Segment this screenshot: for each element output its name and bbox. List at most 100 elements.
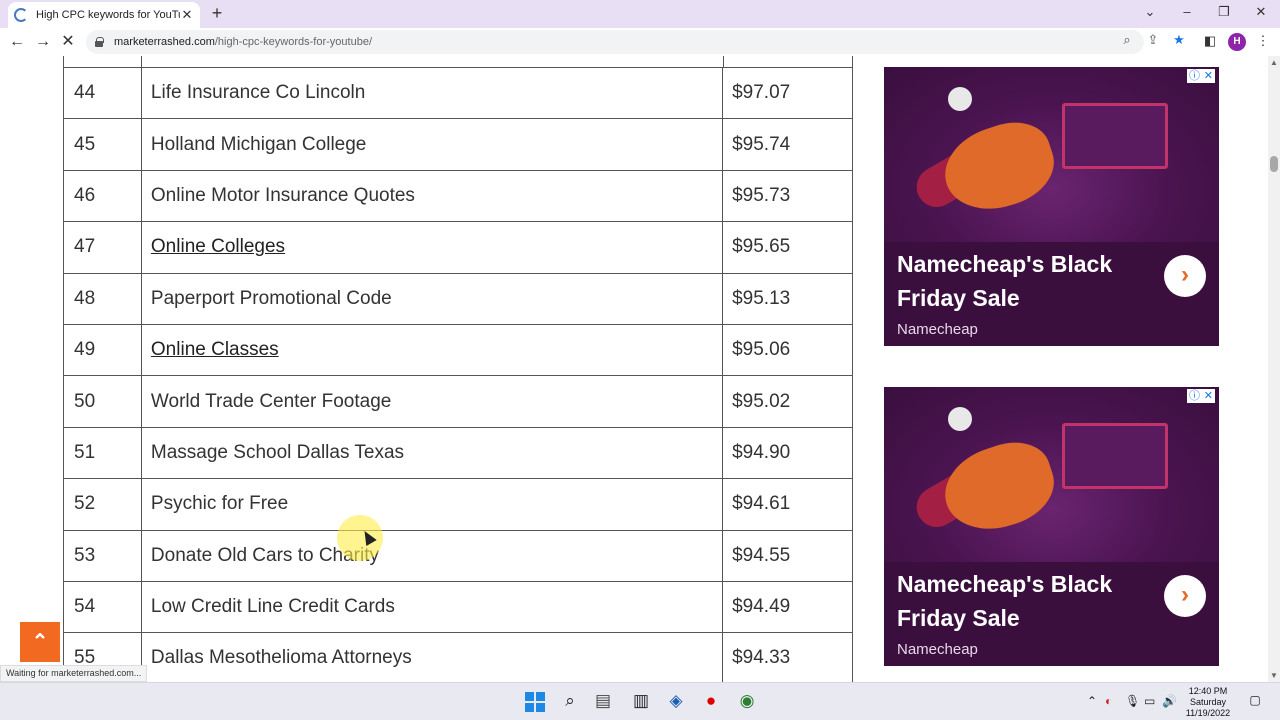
fox-mascot-illustration [934,111,1064,223]
row-number: 48 [63,272,142,325]
keyword-text: Holland Michigan College [150,133,367,155]
row-number: 52 [63,478,142,531]
keyword-cell: Massage School Dallas Texas [140,426,724,480]
browser-tab[interactable]: High CPC keywords for YouTube ✕ [8,2,200,28]
chrome-icon[interactable]: ◉ [736,690,758,712]
keyword-cell: Online Classes [140,323,724,377]
cpc-value: $95.74 [722,118,853,171]
cpc-value: $95.13 [722,272,853,325]
keyword-text: Online Motor Insurance Quotes [150,184,415,206]
row-number: 44 [63,66,142,120]
keyword-text: Paperport Promotional Code [150,287,392,309]
minimize-button[interactable]: – [1177,4,1197,19]
microphone-icon[interactable]: 🎙 [1125,694,1140,708]
keyword-cell: Donate Old Cars to Charity [140,529,724,582]
keyword-link[interactable]: Online Classes [151,339,279,360]
ad-chevron-right-icon[interactable]: › [1164,255,1206,297]
adchoices-icon[interactable]: ⓘ ✕ [1187,69,1215,83]
tab-strip: High CPC keywords for YouTube ✕ + ⌄ – ❐ … [0,0,1280,28]
keywords-table: 44 Life Insurance Co Lincoln $97.07 45 Holla… [63,66,853,682]
ad-chevron-right-icon[interactable]: › [1164,575,1206,617]
system-clock[interactable]: 12:40 PM Saturday 11/19/2022 [1176,686,1240,719]
keyword-text: World Trade Center Footage [150,390,392,412]
back-to-top-button[interactable]: ⌃ [20,622,60,662]
ad-banner[interactable]: ⓘ ✕ Namecheap's Black Friday Sale Nameche… [884,387,1219,666]
keyword-text: Psychic for Free [150,493,289,515]
battery-icon[interactable]: ▭ [1144,694,1155,708]
keyword-cell: Low Credit Line Credit Cards [140,580,724,634]
keyword-link[interactable]: Online Colleges [151,236,285,257]
tab-title: High CPC keywords for YouTube [36,9,180,21]
row-number: 45 [63,118,142,171]
table-row: 54 Low Credit Line Credit Cards $94.49 [63,580,853,634]
speaker-icon[interactable]: 🔊 [1162,694,1177,708]
tab-close-icon[interactable]: ✕ [180,7,194,23]
file-explorer-icon[interactable]: ▤ [592,690,614,712]
adchoices-icon[interactable]: ⓘ ✕ [1187,389,1215,403]
ball-icon [948,407,972,431]
keyword-cell: Online Colleges [140,221,724,274]
keyword-text: Life Insurance Co Lincoln [150,82,366,104]
network-status-icon[interactable]: ◐ [1105,694,1112,708]
ad-brand: Namecheap [897,321,978,338]
table-row: 51 Massage School Dallas Texas $94.90 [63,426,853,480]
cpc-value: $94.55 [722,529,853,582]
vertical-scrollbar[interactable]: ▲ ▼ [1268,56,1280,682]
row-number: 53 [63,529,142,582]
restore-button[interactable]: ❐ [1214,4,1234,20]
cpc-value: $94.90 [722,426,853,480]
clock-day: Saturday [1189,697,1227,707]
record-icon[interactable]: ● [700,690,722,712]
edge-icon[interactable]: ◈ [665,690,687,712]
new-tab-button[interactable]: + [207,4,227,24]
keyword-cell: Online Motor Insurance Quotes [140,169,724,223]
store-icon[interactable]: ▥ [630,690,652,712]
keyword-cell: Holland Michigan College [140,118,724,171]
side-panel-icon[interactable]: ◧ [1201,33,1219,49]
keyword-cell: Paperport Promotional Code [140,272,724,325]
tab-search-icon[interactable]: ⌄ [1140,4,1160,20]
forward-arrow-icon[interactable]: → [33,32,53,52]
scroll-down-icon[interactable]: ▼ [1270,671,1278,680]
row-number: 50 [63,375,142,428]
zoom-icon[interactable]: ⌕ [1119,32,1135,48]
ad-illustration [884,67,1219,242]
loading-spinner-icon [14,8,28,22]
cpc-value: $95.73 [722,169,853,223]
close-window-button[interactable]: ✕ [1251,4,1271,20]
keyword-text: Massage School Dallas Texas [150,441,405,463]
table-row: 53 Donate Old Cars to Charity $94.55 [63,529,853,582]
search-icon[interactable]: ⌕ [559,690,581,712]
table-row: 45 Holland Michigan College $95.74 [63,118,853,171]
cpc-value: $95.02 [722,375,853,428]
scroll-up-icon[interactable]: ▲ [1270,58,1278,67]
row-number: 51 [63,426,142,480]
start-windows-icon[interactable] [525,692,545,712]
ad-banner[interactable]: ⓘ ✕ Namecheap's Black Friday Sale Nameche… [884,67,1219,346]
tray-chevron-up-icon[interactable]: ⌃ [1087,694,1097,708]
menu-kebab-icon[interactable]: ⋮ [1254,33,1272,49]
table-row: 50 World Trade Center Footage $95.02 [63,375,853,428]
cpc-value: $95.06 [722,323,853,377]
keyword-text: Dallas Mesothelioma Attorneys [150,647,412,669]
table-row: 44 Life Insurance Co Lincoln $97.07 [63,66,853,120]
ball-icon [948,87,972,111]
url-domain: marketerrashed.com [114,36,215,48]
scrollbar-thumb[interactable] [1270,156,1278,172]
bookmark-star-icon[interactable]: ★ [1171,32,1187,48]
url-path: /high-cpc-keywords-for-youtube/ [214,36,372,48]
clock-date: 11/19/2022 [1185,708,1231,718]
profile-avatar[interactable]: H [1228,33,1246,51]
lock-icon [94,37,104,47]
browser-toolbar: ← → ✕ marketerrashed.com /high-cpc-keywo… [0,28,1280,56]
keyword-cell: Life Insurance Co Lincoln [140,66,724,120]
ad-illustration [884,387,1219,562]
back-arrow-icon[interactable]: ← [7,32,27,52]
cpc-value: $95.65 [722,221,853,274]
row-number: 46 [63,169,142,223]
notification-icon[interactable]: ▢ [1246,693,1264,709]
ad-headline: Namecheap's Black Friday Sale [897,571,1113,631]
stop-loading-icon[interactable]: ✕ [58,32,78,52]
share-icon[interactable]: ⇪ [1145,32,1161,48]
address-bar[interactable]: marketerrashed.com /high-cpc-keywords-fo… [86,30,1144,54]
